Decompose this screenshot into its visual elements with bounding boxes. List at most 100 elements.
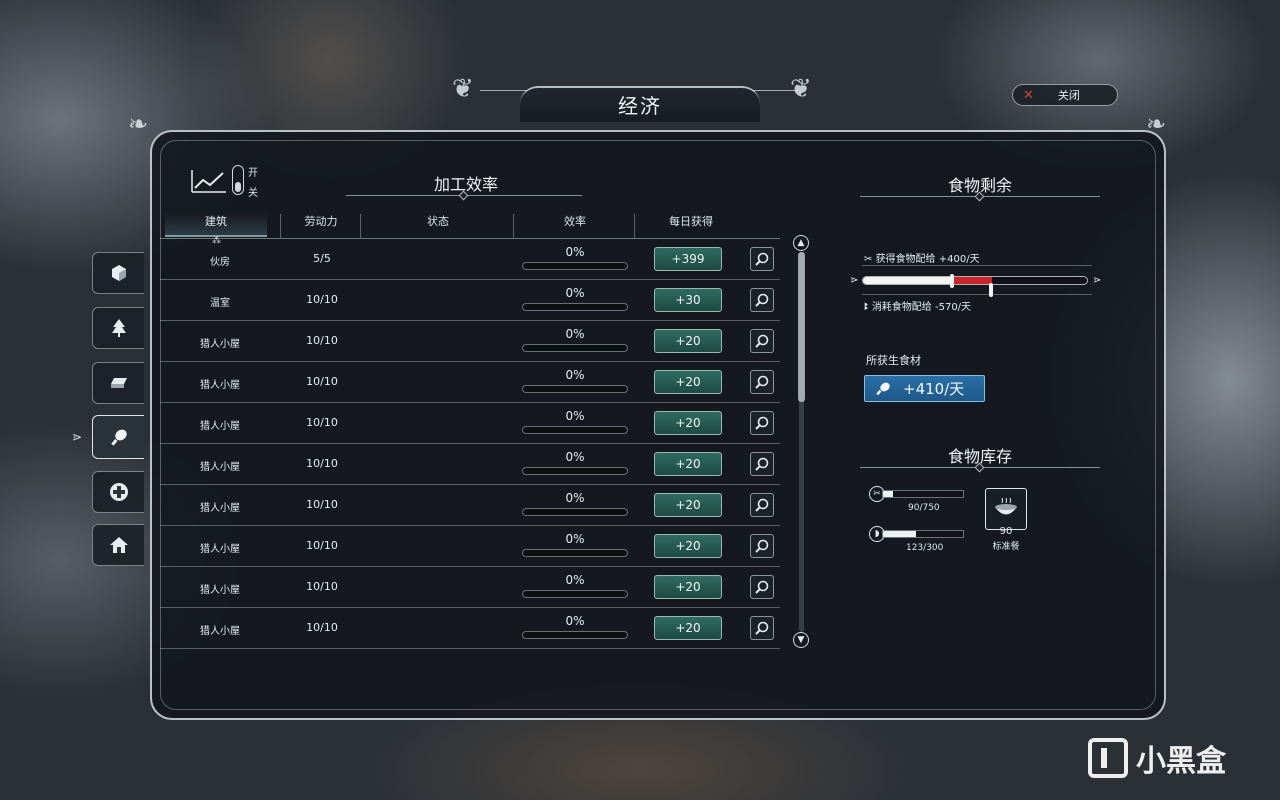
tab-wood[interactable] [92,307,144,349]
column-separator [280,214,281,238]
worker-count: 10/10 [306,457,338,470]
scroll-down-button[interactable]: ▼ [793,632,809,648]
daily-gain-value: +20 [675,334,701,348]
locate-building-button[interactable] [750,329,774,353]
column-header-daily-gain[interactable]: 每日获得 [636,213,746,229]
raw-stock-bar [882,530,964,538]
table-row[interactable]: 温室 10/10 0% +30 [160,280,780,321]
table-row[interactable]: 猎人小屋 10/10 0% +20 [160,485,780,526]
locate-building-button[interactable] [750,288,774,312]
column-separator [513,214,514,238]
standard-meal-count: 90 [999,526,1013,537]
building-name: 猎人小屋 [200,380,240,391]
worker-count: 10/10 [306,416,338,429]
close-button[interactable]: ✕ 关闭 [1012,84,1118,106]
building-name: 猎人小屋 [200,585,240,596]
tab-steel[interactable] [92,362,144,404]
ornament-left-icon: ❦ [452,74,474,104]
efficiency-value: 0% [565,409,585,423]
standard-meal-button[interactable] [985,488,1027,530]
ration-gain-text: ✂ 获得食物配给 +400/天 [864,250,980,265]
table-row[interactable]: 猎人小屋 10/10 0% +20 [160,444,780,485]
daily-gain-badge: +20 [654,493,722,517]
tab-food[interactable] [92,415,144,459]
locate-building-button[interactable] [750,616,774,640]
locate-building-button[interactable] [750,370,774,394]
magnifier-icon [755,375,769,389]
table-row[interactable]: 猎人小屋 10/10 0% +20 [160,526,780,567]
daily-gain-value: +20 [675,457,701,471]
ornament-right-icon: ❦ [790,74,812,104]
magnifier-icon [755,416,769,430]
magnifier-icon [755,334,769,348]
food-gain-fill [863,277,954,284]
daily-gain-badge: +399 [654,247,722,271]
locate-building-button[interactable] [750,575,774,599]
chevron-up-icon: ▲ [797,238,805,248]
daily-gain-value: +20 [675,539,701,553]
table-row[interactable]: 伙房 5/5 0% +399 [160,239,780,280]
daily-gain-badge: +20 [654,534,722,558]
worker-count: 10/10 [306,580,338,593]
food-gain-marker [950,274,955,288]
table-row[interactable]: 猎人小屋 10/10 0% +20 [160,403,780,444]
daily-gain-badge: +20 [654,411,722,435]
building-name: 猎人小屋 [200,462,240,473]
efficiency-value: 0% [565,286,585,300]
tree-icon [111,319,126,337]
resource-cube-icon [111,265,126,281]
raw-food-value: +410/天 [903,380,965,398]
building-name: 猎人小屋 [200,503,240,514]
column-header-status[interactable]: 状态 [362,213,514,229]
food-balance-bar [862,276,1088,285]
tab-housing[interactable] [92,524,144,566]
toggle-on-label: 开 [248,168,258,179]
worker-count: 10/10 [306,498,338,511]
efficiency-bar [522,508,628,516]
efficiency-bar [522,385,628,393]
table-row[interactable]: 猎人小屋 10/10 0% +20 [160,608,780,649]
locate-building-button[interactable] [750,411,774,435]
column-header-workers[interactable]: 劳动力 [282,213,360,229]
locate-building-button[interactable] [750,452,774,476]
raw-stock-value: 123/300 [906,543,944,553]
raw-food-label: 所获生食材 [866,354,921,367]
daily-gain-value: +399 [671,252,705,266]
table-row[interactable]: 猎人小屋 10/10 0% +20 [160,362,780,403]
scroll-up-button[interactable]: ▲ [793,235,809,251]
people-icon: ꔪ [864,302,872,313]
food-gain-line [862,265,1092,266]
rations-stock-bar [882,490,964,498]
efficiency-value: 0% [565,614,585,628]
daily-gain-badge: +20 [654,575,722,599]
daily-gain-value: +30 [675,293,701,307]
tab-health[interactable] [92,471,144,513]
table-row[interactable]: 猎人小屋 10/10 0% +20 [160,321,780,362]
locate-building-button[interactable] [750,247,774,271]
daily-gain-value: +20 [675,375,701,389]
page-title: 经济 [520,86,760,122]
trend-chart-icon[interactable] [190,168,228,194]
magnifier-icon [755,252,769,266]
efficiency-value: 0% [565,532,585,546]
watermark-logo: 小黑盒 [1088,736,1226,780]
magnifier-icon [755,293,769,307]
worker-count: 10/10 [306,375,338,388]
locate-building-button[interactable] [750,493,774,517]
scrollbar-thumb[interactable] [798,252,805,402]
trend-toggle[interactable] [232,165,244,195]
column-header-efficiency[interactable]: 效率 [515,213,635,229]
efficiency-bar [522,426,628,434]
close-icon: ✕ [1023,87,1034,103]
standard-meal-label: 标准餐 [992,542,1020,552]
efficiency-value: 0% [565,491,585,505]
tab-resources[interactable] [92,252,144,294]
column-header-building[interactable]: 建筑 [165,213,267,229]
efficiency-bar [522,467,628,475]
meal-bowl-icon [995,498,1017,515]
building-name: 猎人小屋 [200,339,240,350]
table-row[interactable]: 猎人小屋 10/10 0% +20 [160,567,780,608]
house-icon [109,537,128,553]
locate-building-button[interactable] [750,534,774,558]
efficiency-bar [522,631,628,639]
